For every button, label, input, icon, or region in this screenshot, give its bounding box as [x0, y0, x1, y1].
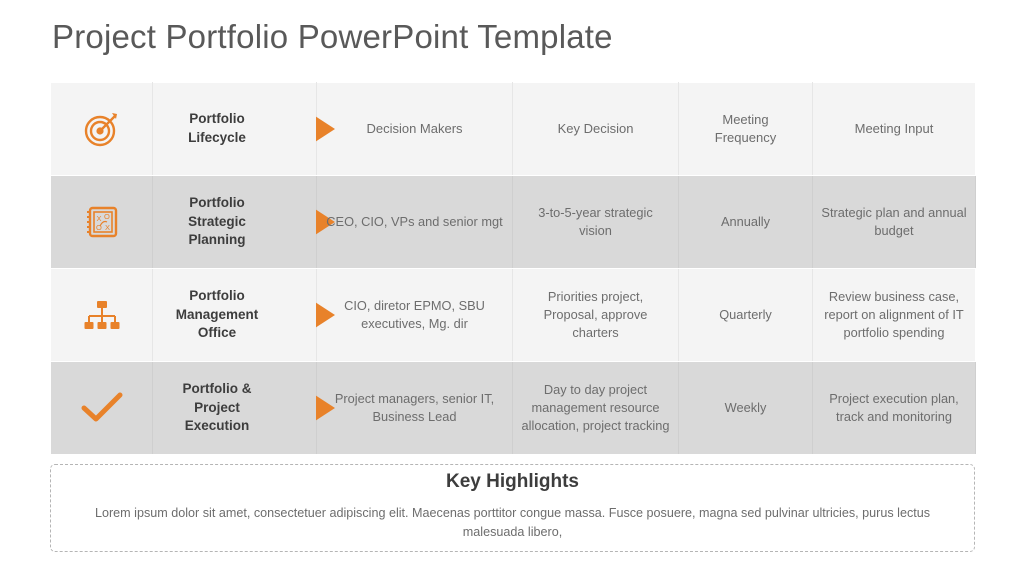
cell-meeting-frequency: Meeting Frequency [678, 82, 813, 176]
cell-meeting-frequency: Weekly [678, 361, 813, 455]
cell-meeting-input: Review business case, report on alignmen… [812, 268, 976, 362]
portfolio-lifecycle-table: Portfolio Lifecycle Decision Makers Key … [50, 82, 976, 455]
cell-text-line2: Frequency [714, 130, 777, 145]
stage-label-line3: Planning [188, 232, 246, 248]
slide-canvas: Project Portfolio PowerPoint Template Po… [0, 0, 1024, 576]
table-row: X O O X Portfolio Strategic Planning CEO… [50, 175, 976, 269]
target-bullseye-icon [59, 89, 144, 169]
cell-decision-makers: Project managers, senior IT, Business Le… [316, 361, 513, 455]
cell-meeting-input: Strategic plan and annual budget [812, 175, 976, 269]
cell-meeting-frequency: Annually [678, 175, 813, 269]
svg-text:X: X [96, 214, 101, 223]
cell-text: Priorities project, Proposal, approve ch… [543, 288, 648, 341]
stage-label-line1: Portfolio & [182, 381, 252, 397]
cell-text: CEO, CIO, VPs and senior mgt [326, 213, 503, 229]
stage-label-line2: Lifecycle [188, 130, 246, 145]
key-highlights-body: Lorem ipsum dolor sit amet, consectetuer… [94, 506, 931, 539]
row-icon-cell [50, 268, 153, 362]
stage-label-cell: Portfolio & Project Execution [152, 361, 317, 455]
cell-decision-makers: Decision Makers [316, 82, 513, 176]
stage-label-cell: Portfolio Strategic Planning [152, 175, 317, 269]
cell-text: Quarterly [719, 306, 772, 322]
table-row-header: Portfolio Lifecycle Decision Makers Key … [50, 82, 976, 176]
table-row: Portfolio & Project Execution Project ma… [50, 361, 976, 455]
stage-label-line1: Portfolio [189, 195, 245, 211]
cell-text: Meeting Input [854, 120, 934, 136]
cell-key-decision: Priorities project, Proposal, approve ch… [512, 268, 679, 362]
cell-decision-makers: CEO, CIO, VPs and senior mgt [316, 175, 513, 269]
cell-text: Decision Makers [366, 120, 463, 136]
svg-text:X: X [105, 223, 110, 232]
cell-text: Weekly [724, 399, 767, 415]
cell-text: Strategic plan and annual budget [821, 204, 967, 238]
checkmark-icon [59, 368, 144, 448]
svg-text:O: O [104, 212, 110, 221]
cell-text: Day to day project management resource a… [521, 381, 670, 434]
cell-text: Key Decision [557, 120, 634, 136]
cell-meeting-input: Project execution plan, track and monito… [812, 361, 976, 455]
cell-text: Project managers, senior IT, Business Le… [334, 390, 495, 424]
stage-label-line1: Portfolio [189, 111, 245, 127]
cell-key-decision: 3-to-5-year strategic vision [512, 175, 679, 269]
row-icon-cell [50, 361, 153, 455]
stage-label-cell: Portfolio Lifecycle [152, 82, 317, 176]
cell-meeting-input: Meeting Input [812, 82, 976, 176]
cell-key-decision: Key Decision [512, 82, 679, 176]
cell-key-decision: Day to day project management resource a… [512, 361, 679, 455]
row-icon-cell: X O O X [50, 175, 153, 269]
strategy-playbook-icon: X O O X [59, 182, 144, 262]
cell-text: Project execution plan, track and monito… [829, 390, 959, 424]
stage-label-line1: Portfolio [189, 288, 245, 304]
row-icon-cell [50, 82, 153, 176]
cell-text: Review business case, report on alignmen… [824, 288, 964, 341]
org-chart-icon [59, 275, 144, 355]
stage-label-line3: Execution [184, 418, 250, 434]
cell-text: CIO, diretor EPMO, SBU executives, Mg. d… [344, 297, 485, 331]
stage-label-line2: Management [175, 306, 259, 322]
stage-label-line3: Office [197, 325, 237, 341]
key-highlights-title: Key Highlights [445, 471, 579, 493]
cell-decision-makers: CIO, diretor EPMO, SBU executives, Mg. d… [316, 268, 513, 362]
cell-meeting-frequency: Quarterly [678, 268, 813, 362]
stage-label-line2: Project [194, 399, 240, 415]
cell-text-line1: Meeting [722, 111, 769, 127]
stage-label-line2: Strategic [188, 213, 246, 229]
key-highlights-box: Key Highlights Lorem ipsum dolor sit ame… [50, 464, 975, 552]
stage-label-cell: Portfolio Management Office [152, 268, 317, 362]
cell-text: Meeting Frequency [687, 111, 804, 148]
cell-text: Annually [720, 213, 771, 229]
page-title: Project Portfolio PowerPoint Template [52, 18, 613, 55]
table-row: Portfolio Management Office CIO, diretor… [50, 268, 976, 362]
cell-text: 3-to-5-year strategic vision [538, 204, 653, 238]
